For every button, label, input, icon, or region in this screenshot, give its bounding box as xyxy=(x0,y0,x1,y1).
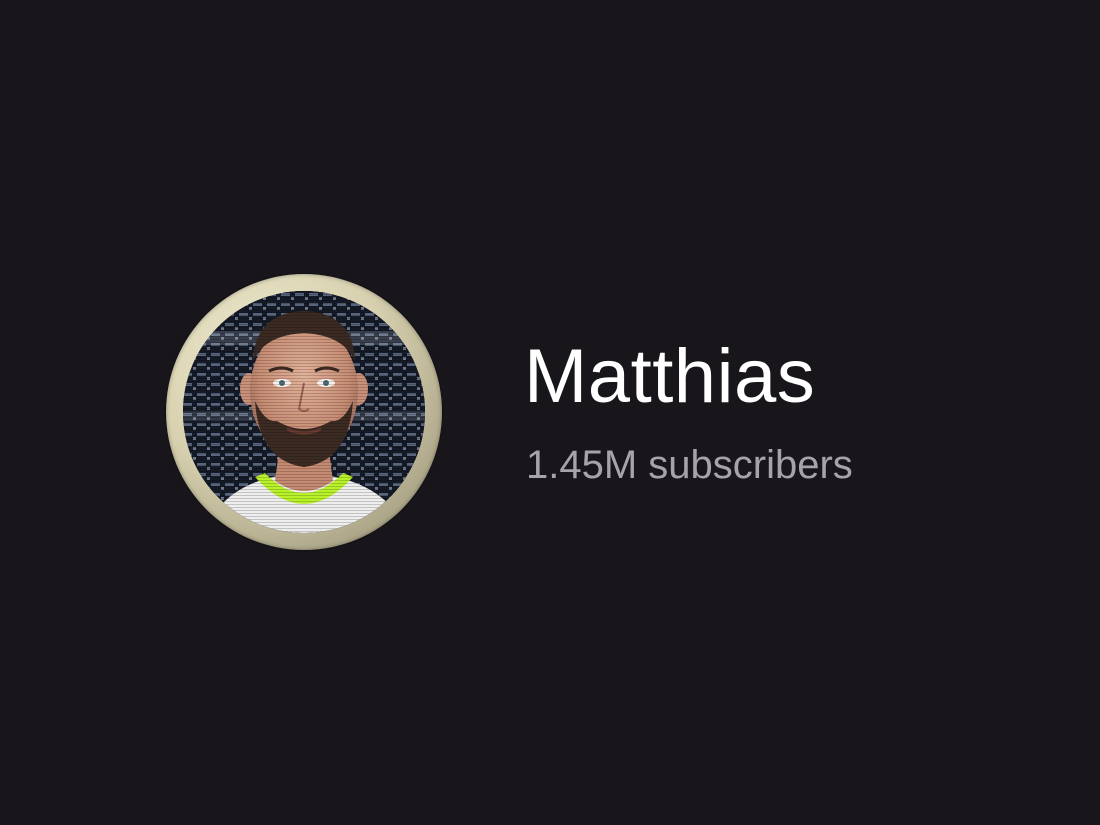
channel-name[interactable]: Matthias xyxy=(524,332,815,422)
avatar-image xyxy=(183,291,425,533)
subscriber-count: 1.45M subscribers xyxy=(526,443,853,487)
channel-card: Matthias 1.45M subscribers xyxy=(0,0,1100,825)
avatar[interactable] xyxy=(166,274,442,550)
